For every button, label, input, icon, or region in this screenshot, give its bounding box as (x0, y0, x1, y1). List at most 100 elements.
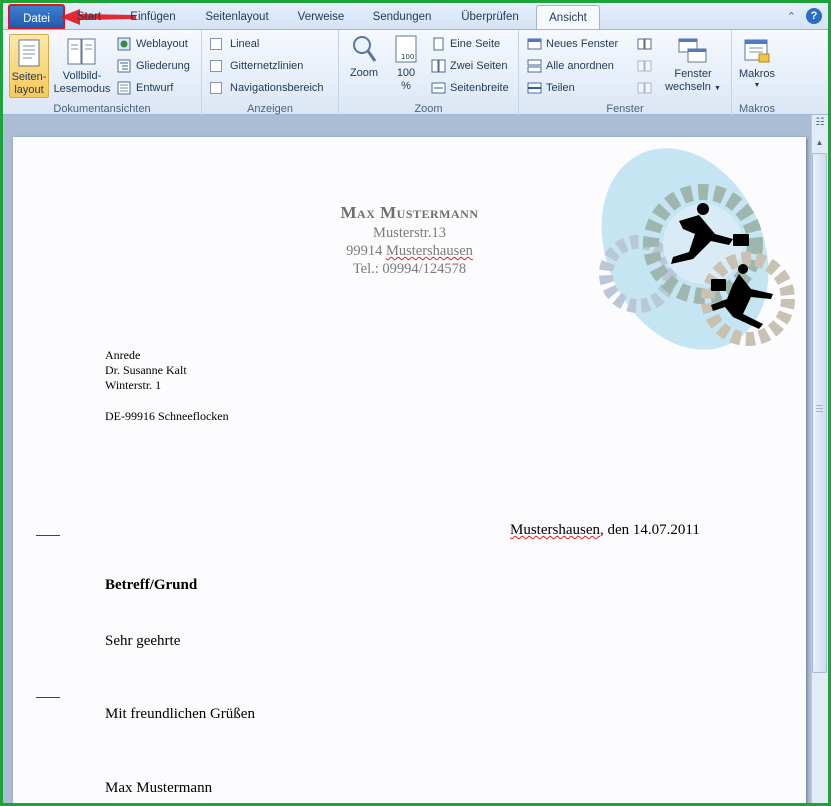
tab-verweise[interactable]: Verweise (289, 5, 353, 29)
tab-start[interactable]: Start (73, 5, 105, 29)
tab-ueberpruefen[interactable]: Überprüfen (451, 5, 529, 29)
date-place: Mustershausen (510, 522, 600, 538)
navigationsbereich-checkbox[interactable]: Navigationsbereich (210, 79, 324, 97)
group-anzeigen: Lineal Gitternetzlinien Navigationsberei… (202, 30, 339, 116)
document-area: Max Mustermann Musterstr.13 99914 Muster… (3, 115, 828, 803)
weblayout-button[interactable]: Weblayout (117, 35, 188, 53)
neues-fenster-button[interactable]: Neues Fenster (527, 35, 618, 53)
closing-line: Mit freundlichen Grüßen (105, 706, 255, 722)
navigationsbereich-check-box[interactable] (210, 82, 222, 94)
sender-zip: 99914 (346, 243, 383, 259)
zwei-seiten-button[interactable]: Zwei Seiten (431, 57, 507, 75)
zoom-100-label-2: % (401, 80, 411, 92)
page-100-icon: 100 (395, 35, 417, 63)
ribbon-tab-bar: Datei Start Einfügen Seitenlayout Verwei… (3, 3, 828, 30)
tab-datei[interactable]: Datei (8, 4, 65, 30)
side-by-side-button[interactable] (637, 35, 652, 53)
recipient-name: Dr. Susanne Kalt (105, 363, 187, 377)
group-label-anzeigen: Anzeigen (247, 103, 293, 115)
signature-line: Max Mustermann (105, 780, 213, 796)
lineal-label: Lineal (230, 38, 260, 50)
split-icon (527, 82, 542, 94)
side-by-side-icon (637, 38, 652, 50)
lineal-checkbox[interactable]: Lineal (210, 35, 259, 53)
help-icon[interactable]: ? (806, 8, 822, 24)
page-layout-icon (18, 39, 40, 67)
macros-icon (744, 39, 770, 63)
fenster-wechseln-button[interactable]: Fenster wechseln ▼ (664, 37, 722, 95)
gitternetzlinien-label: Gitternetzlinien (230, 60, 304, 72)
teilen-button[interactable]: Teilen (527, 79, 575, 97)
zoom-100-button[interactable]: 100 100 % (389, 34, 423, 93)
group-label-makros: Makros (738, 103, 776, 115)
vertical-scrollbar[interactable]: ☷ ▲ — — — (811, 115, 828, 803)
fenster-wechseln-label-2: wechseln (665, 81, 711, 93)
neues-fenster-label: Neues Fenster (546, 38, 619, 50)
group-fenster: Neues Fenster Alle anordnen Teilen Fenst… (519, 30, 732, 116)
switch-windows-icon (678, 38, 707, 63)
entwurf-label: Entwurf (136, 82, 174, 94)
gitternetzlinien-checkbox[interactable]: Gitternetzlinien (210, 57, 303, 75)
tab-seitenlayout[interactable]: Seitenlayout (197, 5, 277, 29)
makros-button[interactable]: Makros ▼ (734, 37, 780, 90)
sender-tel-prefix: Tel.: (352, 261, 379, 277)
reset-position-button[interactable] (637, 79, 652, 97)
seitenlayout-button[interactable]: Seiten- layout (9, 34, 49, 98)
arrange-all-icon (527, 59, 542, 73)
fold-mark-top (36, 535, 60, 536)
word-window: Datei Start Einfügen Seitenlayout Verwei… (3, 3, 828, 803)
new-window-icon (527, 38, 542, 50)
zoom-button[interactable]: Zoom (345, 34, 383, 80)
subject-line: Betreff/Grund (105, 577, 198, 593)
eine-seite-label: Eine Seite (450, 38, 501, 50)
reset-window-position-icon (637, 82, 652, 94)
teilen-label: Teilen (546, 82, 575, 94)
help-area: ⌃ ? (787, 8, 822, 24)
eine-seite-button[interactable]: Eine Seite (431, 35, 500, 53)
seitenbreite-label: Seitenbreite (450, 82, 509, 94)
tab-ansicht[interactable]: Ansicht (536, 5, 600, 29)
scroll-thumb[interactable]: — — — (812, 153, 827, 673)
group-label-dokumentansichten: Dokumentansichten (53, 103, 151, 115)
sender-name: Max Mustermann (340, 203, 479, 222)
tab-einfuegen[interactable]: Einfügen (123, 5, 183, 29)
page-width-icon (431, 82, 446, 94)
scroll-up-arrow-icon[interactable]: ▲ (812, 135, 827, 151)
date-line: Mustershausen, den 14.07.2011 (510, 522, 700, 539)
draft-icon (117, 81, 131, 95)
weblayout-label: Weblayout (136, 38, 188, 50)
zwei-seiten-label: Zwei Seiten (450, 60, 508, 72)
dropdown-arrow-icon: ▼ (713, 85, 721, 92)
fold-mark-middle (36, 697, 60, 698)
seitenbreite-button[interactable]: Seitenbreite (431, 79, 509, 97)
entwurf-button[interactable]: Entwurf (117, 79, 173, 97)
collapse-ribbon-icon[interactable]: ⌃ (787, 10, 796, 23)
group-dokumentansichten: Seiten- layout Vollbild- Lesemodus Webla… (3, 30, 202, 116)
gliederung-button[interactable]: Gliederung (117, 57, 190, 75)
gliederung-label: Gliederung (136, 60, 190, 72)
group-label-zoom: Zoom (414, 103, 443, 115)
date-rest: , den 14.07.2011 (600, 522, 700, 538)
makros-label: Makros (738, 68, 776, 80)
lineal-check-box[interactable] (210, 38, 222, 50)
sender-tel-line: Tel.: 09994/124578 (13, 261, 806, 278)
navigationsbereich-label: Navigationsbereich (230, 82, 324, 94)
sender-city-line: 99914 Mustershausen (13, 243, 806, 260)
alle-anordnen-button[interactable]: Alle anordnen (527, 57, 614, 75)
sync-scroll-button[interactable] (637, 57, 652, 75)
seitenlayout-label-1: Seiten- (11, 71, 47, 83)
tab-sendungen[interactable]: Sendungen (363, 5, 441, 29)
sender-street: Musterstr.13 (373, 225, 446, 241)
zoom-label: Zoom (349, 67, 379, 79)
alle-anordnen-label: Alle anordnen (546, 60, 614, 72)
one-page-icon (433, 37, 444, 51)
sender-city: Mustershausen (385, 243, 473, 259)
document-page[interactable]: Max Mustermann Musterstr.13 99914 Muster… (13, 137, 806, 803)
full-screen-reading-icon (67, 38, 96, 65)
recipient-salutation: Anrede (105, 348, 141, 362)
gitternetzlinien-check-box[interactable] (210, 60, 222, 72)
ruler-toggle-icon[interactable]: ☷ (813, 117, 827, 131)
vollbild-lesemodus-button[interactable]: Vollbild- Lesemodus (53, 37, 111, 96)
group-makros: Makros ▼ Makros (732, 30, 782, 116)
page-100-icon-text: 100 (401, 53, 414, 61)
